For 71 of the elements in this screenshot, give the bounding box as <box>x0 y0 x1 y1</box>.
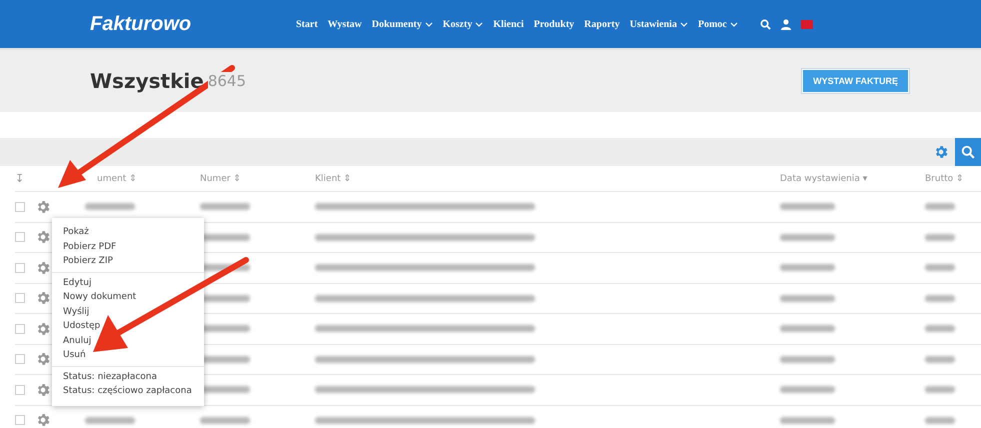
blurred-text <box>780 294 835 302</box>
menu-item[interactable]: Udostęp <box>63 319 100 334</box>
row-checkbox[interactable] <box>15 324 25 334</box>
row-checkbox[interactable] <box>15 293 25 304</box>
document-count: 8645 <box>208 72 246 90</box>
gear-icon[interactable] <box>35 198 51 215</box>
nav-item[interactable]: Klienci <box>493 18 524 30</box>
user-icon[interactable] <box>780 18 791 30</box>
menu-item[interactable]: Pokaż <box>63 225 89 240</box>
nav-item[interactable]: Produkty <box>534 18 574 30</box>
row-checkbox[interactable] <box>15 202 25 212</box>
blurred-text <box>925 294 955 302</box>
gear-icon[interactable] <box>35 290 51 306</box>
blurred-text <box>925 234 955 241</box>
blurred-text <box>780 356 835 363</box>
blurred-text <box>925 416 955 424</box>
gear-icon[interactable] <box>35 320 51 337</box>
menu-item[interactable]: Anuluj <box>63 334 92 348</box>
nav-item[interactable]: Dokumenty <box>372 18 433 30</box>
blurred-text <box>780 386 835 394</box>
sort-icon[interactable]: ↧ <box>15 172 24 185</box>
menu-item[interactable]: Pobierz PDF <box>63 240 116 254</box>
logo[interactable]: Fakturowo <box>90 12 296 36</box>
gear-icon[interactable] <box>35 260 51 276</box>
row-checkbox[interactable] <box>15 262 25 273</box>
blurred-text <box>85 416 135 424</box>
page-title: Wszystkie <box>90 69 204 93</box>
row-checkbox[interactable] <box>15 384 25 395</box>
blurred-text <box>925 203 955 210</box>
gear-icon[interactable] <box>35 382 51 398</box>
nav-item[interactable]: Koszty <box>442 18 484 30</box>
blurred-text <box>780 264 835 272</box>
nav-item[interactable]: Pomoc <box>698 18 738 30</box>
search-icon <box>961 145 975 159</box>
column-header[interactable]: Brutto ⇕ <box>925 174 964 184</box>
gear-icon[interactable] <box>35 351 51 368</box>
row-checkbox[interactable] <box>15 415 25 426</box>
blurred-text <box>780 416 835 424</box>
row-checkbox[interactable] <box>15 232 25 242</box>
nav-item[interactable]: Ustawienia <box>630 18 688 30</box>
search-button[interactable] <box>955 138 981 166</box>
blurred-text <box>925 386 955 394</box>
blurred-text <box>200 416 250 424</box>
row-checkbox[interactable] <box>15 354 25 364</box>
blurred-text <box>925 356 955 363</box>
menu-item[interactable]: Nowy dokument <box>63 290 136 304</box>
menu-item[interactable]: Pobierz ZIP <box>63 254 113 268</box>
blurred-text <box>780 325 835 332</box>
issue-invoice-button[interactable]: WYSTAW FAKTURĘ <box>802 69 909 93</box>
nav-item[interactable]: Wystaw <box>328 18 362 30</box>
menu-item[interactable]: Wyślij <box>63 304 90 319</box>
column-header[interactable]: Data wystawienia ▾ <box>780 174 868 184</box>
blurred-text <box>780 234 835 241</box>
blurred-text <box>85 203 135 210</box>
blurred-text <box>200 203 250 210</box>
nav-item[interactable]: Start <box>296 18 318 30</box>
blurred-text <box>780 203 835 210</box>
nav-item[interactable]: Raporty <box>584 18 620 30</box>
gear-icon[interactable] <box>35 229 51 246</box>
menu-item[interactable]: Status: niezapłacona <box>63 370 158 384</box>
settings-icon[interactable] <box>933 144 949 160</box>
blurred-text <box>925 325 955 332</box>
menu-item[interactable]: Status: częściowo zapłacona <box>63 384 192 398</box>
column-header[interactable]: Numer ⇕ <box>200 174 241 184</box>
column-header[interactable]: ument ⇕ <box>97 174 137 184</box>
menu-item[interactable]: Usuń <box>63 348 86 362</box>
gear-icon[interactable] <box>35 412 51 428</box>
blurred-text <box>925 264 955 272</box>
menu-item[interactable]: Edytuj <box>63 276 92 290</box>
search-icon[interactable] <box>760 18 771 30</box>
column-header[interactable]: Klient ⇕ <box>315 174 352 184</box>
